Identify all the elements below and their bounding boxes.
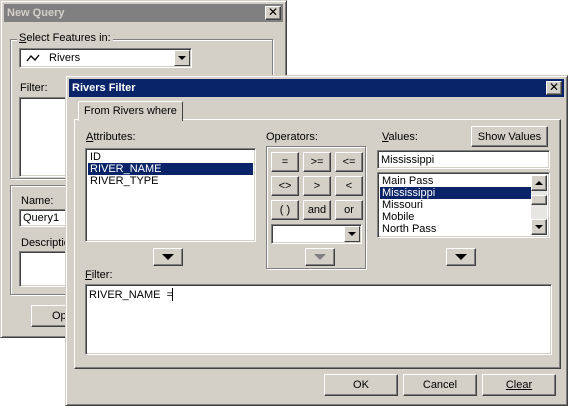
values-search-value: Mississippi (381, 154, 435, 166)
filter-expression-textbox[interactable]: RIVER_NAME = (85, 284, 552, 355)
op-greater-button[interactable]: > (303, 176, 331, 196)
add-attribute-button[interactable] (153, 248, 183, 266)
filter-label: Filter: (85, 269, 113, 281)
name-field[interactable]: Query1 (19, 209, 67, 227)
operators-dropdown-button[interactable] (344, 226, 360, 242)
scroll-thumb[interactable] (531, 195, 547, 205)
op-greater-equal-button[interactable]: >= (303, 152, 331, 172)
rivers-filter-title: Rivers Filter (72, 82, 136, 94)
close-icon[interactable]: ✕ (265, 6, 281, 20)
op-parens-button[interactable]: ( ) (271, 200, 299, 220)
layer-combobox[interactable]: Rivers (19, 48, 192, 68)
description-field[interactable] (19, 251, 67, 287)
attribute-item[interactable]: ID (88, 151, 253, 163)
op-less-button[interactable]: < (335, 176, 363, 196)
close-icon[interactable]: ✕ (546, 81, 562, 95)
tab-from-rivers-where[interactable]: From Rivers where (78, 101, 183, 121)
select-features-label: Select Features in: (17, 32, 113, 45)
attributes-listbox[interactable]: ID RIVER_NAME RIVER_TYPE (85, 148, 256, 242)
scroll-up-button[interactable] (531, 175, 547, 191)
name-label: Name: (21, 195, 54, 207)
attributes-label: Attributes: (86, 131, 136, 143)
text-cursor (172, 288, 173, 301)
name-value: Query1 (23, 212, 60, 224)
op-and-button[interactable]: and (303, 200, 331, 220)
operators-combobox[interactable] (271, 224, 362, 244)
rivers-filter-titlebar[interactable]: Rivers Filter ✕ (69, 79, 564, 97)
value-item[interactable]: Missouri (380, 199, 531, 211)
add-value-button[interactable] (446, 248, 476, 266)
op-not-equal-button[interactable]: <> (271, 176, 299, 196)
values-scrollbar[interactable] (531, 175, 547, 235)
values-label: Values: (382, 131, 418, 143)
op-or-button[interactable]: or (335, 200, 363, 220)
value-item[interactable]: Mississippi (380, 187, 531, 199)
rivers-filter-dialog: Rivers Filter ✕ From Rivers where Attrib… (65, 75, 568, 406)
value-item[interactable]: North Pass (380, 223, 531, 235)
description-label: Descriptio (21, 237, 70, 249)
attribute-item[interactable]: RIVER_TYPE (88, 175, 253, 187)
nq-filter-textbox[interactable] (19, 97, 67, 177)
value-item[interactable]: Main Pass (380, 175, 531, 187)
arrow-down-icon (455, 254, 467, 260)
new-query-title: New Query (7, 7, 65, 19)
new-query-titlebar[interactable]: New Query ✕ (4, 4, 283, 22)
chevron-down-icon (348, 232, 356, 236)
filter-expression-text: RIVER_NAME = (89, 289, 174, 301)
op-equals-button[interactable]: = (271, 152, 299, 172)
show-values-button[interactable]: Show Values (471, 126, 548, 147)
arrow-down-icon (314, 254, 326, 260)
scroll-down-button[interactable] (531, 219, 547, 235)
values-search-field[interactable]: Mississippi (377, 150, 550, 169)
add-operator-button[interactable] (305, 248, 335, 266)
values-listbox[interactable]: Main Pass Mississippi Missouri Mobile No… (377, 172, 550, 238)
op-less-equal-button[interactable]: <= (335, 152, 363, 172)
cancel-button[interactable]: Cancel (403, 374, 477, 396)
clear-button[interactable]: Clear (482, 374, 556, 396)
attribute-item[interactable]: RIVER_NAME (88, 163, 253, 175)
arrow-down-icon (162, 254, 174, 260)
clear-label: Clear (505, 379, 533, 391)
nq-filter-label: Filter: (20, 82, 48, 94)
layer-dropdown-button[interactable] (174, 50, 190, 66)
chevron-up-icon (535, 181, 543, 185)
ok-button[interactable]: OK (324, 374, 398, 396)
line-layer-icon (26, 54, 40, 62)
layer-value: Rivers (49, 52, 81, 64)
operators-label: Operators: (266, 131, 318, 143)
chevron-down-icon (178, 56, 186, 60)
value-item[interactable]: Mobile (380, 211, 531, 223)
chevron-down-icon (535, 225, 543, 229)
